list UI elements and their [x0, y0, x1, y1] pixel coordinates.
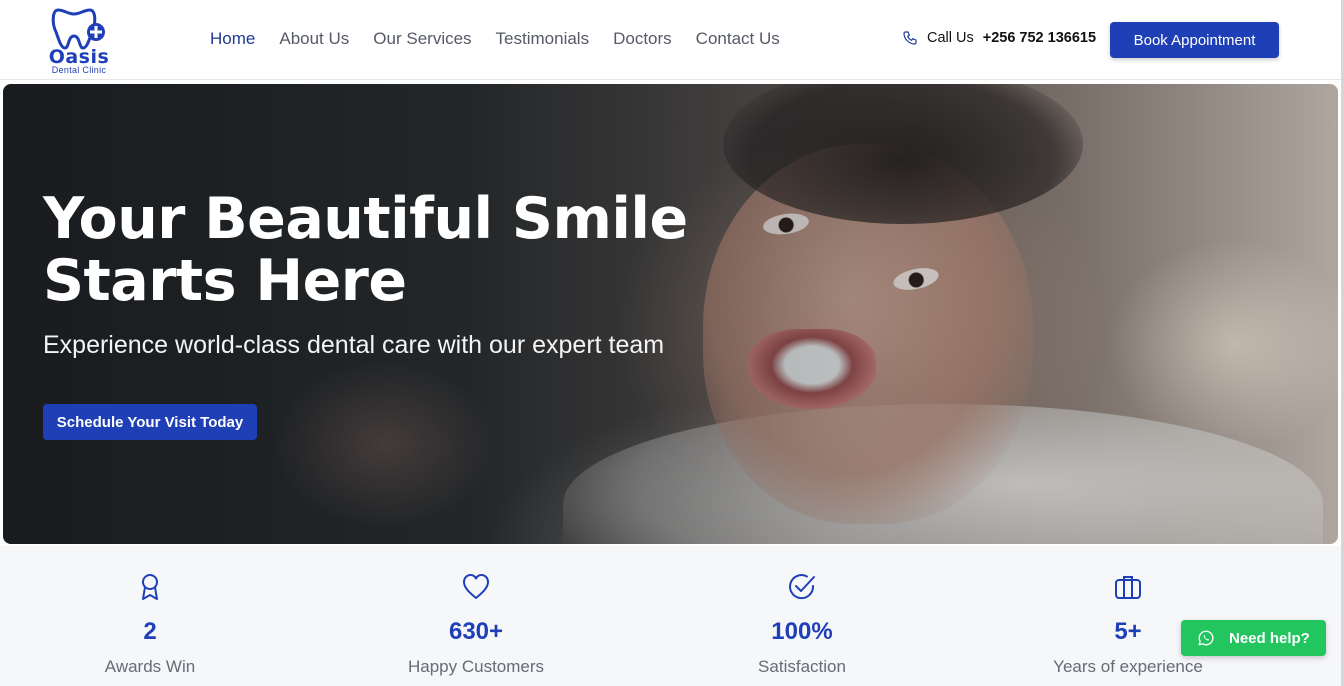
- need-help-whatsapp-button[interactable]: Need help?: [1181, 620, 1326, 656]
- stat-value: 2: [143, 618, 157, 645]
- nav-testimonials[interactable]: Testimonials: [496, 28, 590, 50]
- stat-label: Happy Customers: [407, 657, 545, 676]
- call-us[interactable]: Call Us +256 752 136615: [902, 30, 1096, 46]
- whatsapp-icon: [1198, 630, 1214, 646]
- stat-value: 630+: [448, 618, 504, 645]
- phone-number[interactable]: +256 752 136615: [983, 30, 1096, 46]
- stat-value: 100%: [771, 618, 833, 645]
- stats-section: 2 Awards Win 630+ Happy Customers 100% S…: [0, 546, 1341, 686]
- need-help-label: Need help?: [1229, 629, 1310, 647]
- nav-home[interactable]: Home: [210, 28, 255, 50]
- hero-subtitle: Experience world-class dental care with …: [43, 331, 665, 359]
- nav-contact-us[interactable]: Contact Us: [696, 28, 780, 50]
- nav-about-us[interactable]: About Us: [279, 28, 349, 50]
- hero-overlay: [3, 84, 1338, 544]
- briefcase-icon: [1115, 576, 1141, 599]
- main-menu: Home About Us Our Services Testimonials …: [210, 28, 780, 50]
- check-circle-icon: [789, 574, 815, 600]
- book-appointment-button[interactable]: Book Appointment: [1110, 22, 1279, 58]
- hero-title: Your Beautiful Smile Starts Here: [43, 188, 743, 312]
- hero-title-line1: Your Beautiful Smile: [43, 186, 688, 252]
- hero-banner: Your Beautiful Smile Starts Here Experie…: [3, 84, 1338, 544]
- schedule-visit-button[interactable]: Schedule Your Visit Today: [43, 404, 257, 440]
- nav-doctors[interactable]: Doctors: [613, 28, 672, 50]
- nav-our-services[interactable]: Our Services: [373, 28, 471, 50]
- logo-wordmark: Oasis: [48, 46, 110, 68]
- tooth-logo-icon: [51, 8, 105, 50]
- top-navbar: Oasis Dental Clinic Home About Us Our Se…: [0, 0, 1344, 80]
- phone-icon: [903, 31, 917, 45]
- heart-icon: [463, 574, 489, 599]
- award-icon: [142, 574, 158, 600]
- stat-label: Satisfaction: [758, 657, 846, 676]
- stat-label: Awards Win: [104, 657, 196, 676]
- logo-tagline: Dental Clinic: [51, 65, 107, 75]
- call-label: Call Us: [927, 30, 974, 46]
- hero-title-line2: Starts Here: [43, 248, 407, 314]
- clinic-logo[interactable]: Oasis Dental Clinic: [36, 4, 122, 75]
- stat-label: Years of experience: [1053, 657, 1203, 676]
